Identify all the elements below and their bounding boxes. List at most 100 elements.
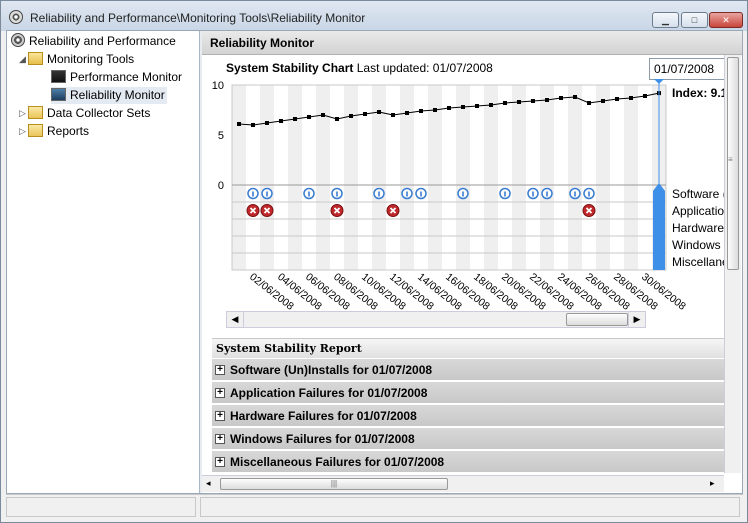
tree-label-data-collector-sets: Data Collector Sets xyxy=(47,106,151,120)
tree-label-reports: Reports xyxy=(47,124,90,138)
data-point xyxy=(489,103,493,107)
day-column xyxy=(596,85,610,270)
scroll-right-arrow-icon[interactable]: ▶ xyxy=(628,312,645,327)
chart-horizontal-scrollbar[interactable]: ◀ ▶ xyxy=(226,311,646,328)
main-window: Reliability and Performance\Monitoring T… xyxy=(0,0,748,523)
tree-item-reports[interactable]: ▷ Reports xyxy=(19,123,89,140)
info-icon-mark xyxy=(378,191,380,197)
reliability-monitor-pane: Reliability Monitor System Stability Cha… xyxy=(202,31,742,493)
data-point xyxy=(531,99,535,103)
data-point xyxy=(545,98,549,102)
data-point xyxy=(265,121,269,125)
day-column xyxy=(540,85,554,270)
info-icon-mark xyxy=(462,191,464,197)
day-column xyxy=(484,85,498,270)
data-point xyxy=(503,101,507,105)
stability-chart[interactable]: 10 5 0 Index: 9.19 Software (Un)Installs Appl… xyxy=(202,79,724,311)
expanded-arrow-icon[interactable]: ◢ xyxy=(19,51,28,68)
legend-row-label: Windows Failures xyxy=(672,238,724,252)
scroll-grip-icon: ≡ xyxy=(728,155,733,164)
stability-index: Index: 9.19 xyxy=(672,86,724,100)
data-point xyxy=(461,105,465,109)
tree-label-performance-monitor: Performance Monitor xyxy=(70,70,183,84)
scroll-right-arrow-icon[interactable]: ▸ xyxy=(710,478,715,489)
tree-item-monitoring-tools[interactable]: ◢ Monitoring Tools xyxy=(19,51,134,68)
expand-plus-icon[interactable]: + xyxy=(215,434,225,444)
info-icon-mark xyxy=(420,191,422,197)
horizontal-scroll-thumb[interactable]: ||| xyxy=(220,478,448,490)
data-point xyxy=(377,110,381,114)
info-icon-mark xyxy=(336,191,338,197)
last-updated: Last updated: 01/07/2008 xyxy=(356,61,493,75)
scroll-left-arrow-icon[interactable]: ◂ xyxy=(206,478,211,489)
collapsed-arrow-icon[interactable]: ▷ xyxy=(19,123,28,140)
data-point xyxy=(573,95,577,99)
folder-icon xyxy=(28,124,43,137)
client-area: Reliability and Performance ◢ Monitoring … xyxy=(6,30,743,494)
report-row-software[interactable]: + Software (Un)Installs for 01/07/2008 xyxy=(212,359,724,381)
info-icon-mark xyxy=(546,191,548,197)
expand-plus-icon[interactable]: + xyxy=(215,411,225,421)
stability-report-header: System Stability Report xyxy=(212,338,724,358)
data-point xyxy=(279,119,283,123)
pane-vertical-scrollbar[interactable]: ≡ xyxy=(724,55,741,473)
minimize-button[interactable]: ▁ xyxy=(652,12,679,28)
info-icon-mark xyxy=(532,191,534,197)
data-point xyxy=(335,117,339,121)
data-point xyxy=(405,111,409,115)
report-row-label: Software (Un)Installs for 01/07/2008 xyxy=(230,363,433,377)
day-column xyxy=(456,85,470,270)
report-row-label: Hardware Failures for 01/07/2008 xyxy=(230,409,417,423)
day-column xyxy=(288,85,302,270)
data-point xyxy=(629,96,633,100)
tree-item-reliability-monitor[interactable]: Reliability Monitor xyxy=(51,87,167,104)
report-row-label: Application Failures for 01/07/2008 xyxy=(230,386,428,400)
info-icon-mark xyxy=(266,191,268,197)
report-row-application[interactable]: + Application Failures for 01/07/2008 xyxy=(212,382,724,404)
collapsed-arrow-icon[interactable]: ▷ xyxy=(19,105,28,122)
info-icon-mark xyxy=(574,191,576,197)
expand-plus-icon[interactable]: + xyxy=(215,388,225,398)
day-column xyxy=(344,85,358,270)
reliability-gear-icon xyxy=(11,33,25,47)
tree-item-data-collector-sets[interactable]: ▷ Data Collector Sets xyxy=(19,105,150,122)
info-icon-mark xyxy=(504,191,506,197)
data-point xyxy=(349,114,353,118)
legend-row-label: Application Failures xyxy=(672,204,724,218)
status-cell-right xyxy=(200,497,740,517)
legend-row-label: Hardware Failures xyxy=(672,221,724,235)
info-icon-mark xyxy=(406,191,408,197)
day-column xyxy=(232,85,246,270)
status-cell-left xyxy=(6,497,196,517)
selected-date-bar xyxy=(653,183,665,270)
report-row-windows[interactable]: + Windows Failures for 01/07/2008 xyxy=(212,428,724,450)
report-row-hardware[interactable]: + Hardware Failures for 01/07/2008 xyxy=(212,405,724,427)
day-column xyxy=(316,85,330,270)
report-row-label: Miscellaneous Failures for 01/07/2008 xyxy=(230,455,445,469)
legend-row-label: Miscellaneous Failures xyxy=(672,255,724,269)
tree-item-root[interactable]: Reliability and Performance xyxy=(11,33,176,50)
pane-horizontal-scrollbar[interactable]: ◂ ||| ▸ xyxy=(202,475,724,492)
scroll-left-arrow-icon[interactable]: ◀ xyxy=(227,312,244,327)
close-button[interactable]: ✕ xyxy=(709,12,743,28)
tree-label-reliability-monitor: Reliability Monitor xyxy=(70,88,165,102)
tree-item-performance-monitor[interactable]: Performance Monitor xyxy=(51,69,182,86)
data-point xyxy=(293,117,297,121)
data-point xyxy=(307,115,311,119)
report-row-misc[interactable]: + Miscellaneous Failures for 01/07/2008 xyxy=(212,451,724,473)
title-bar[interactable]: Reliability and Performance\Monitoring T… xyxy=(1,1,747,31)
expand-plus-icon[interactable]: + xyxy=(215,365,225,375)
data-point xyxy=(559,96,563,100)
chart-scroll-thumb[interactable] xyxy=(566,313,628,326)
data-point xyxy=(237,122,241,126)
performance-monitor-icon xyxy=(51,70,66,83)
data-point xyxy=(391,113,395,117)
pane-header: Reliability Monitor xyxy=(202,31,742,55)
day-column xyxy=(568,85,582,270)
data-point xyxy=(251,123,255,127)
window-title: Reliability and Performance\Monitoring T… xyxy=(30,11,366,25)
maximize-button[interactable]: □ xyxy=(681,12,708,28)
date-picker[interactable]: 01/07/2008 xyxy=(649,58,725,80)
expand-plus-icon[interactable]: + xyxy=(215,457,225,467)
tree-label-monitoring-tools: Monitoring Tools xyxy=(47,52,135,66)
